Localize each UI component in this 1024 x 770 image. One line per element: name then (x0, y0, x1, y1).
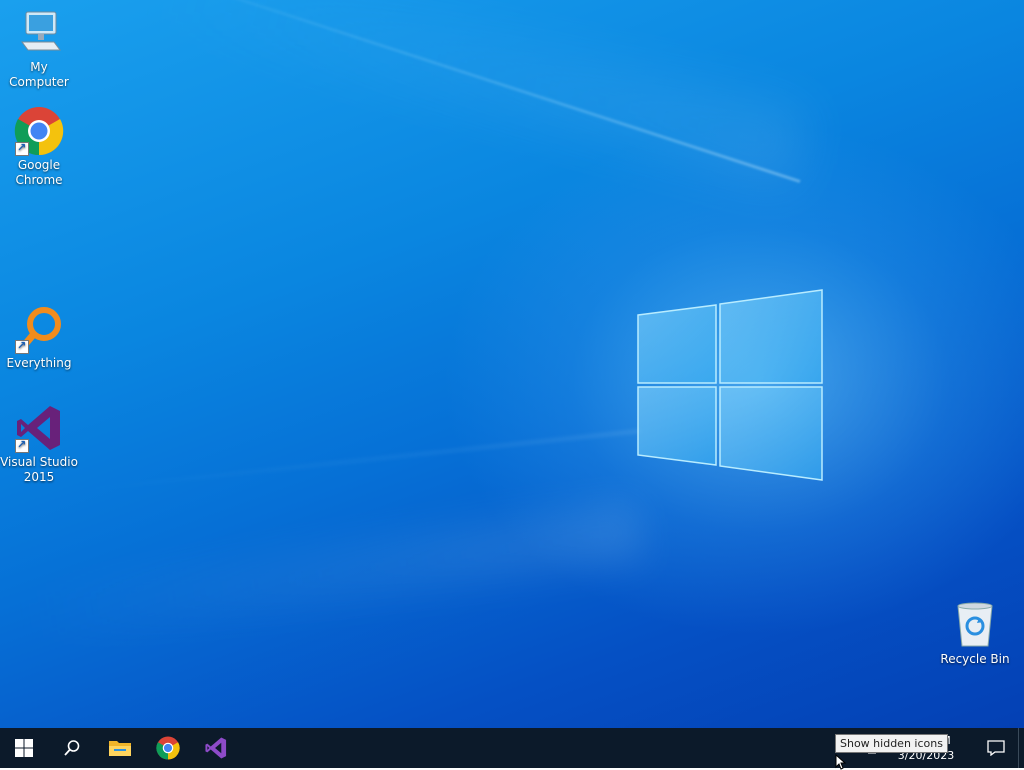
visual-studio-icon (205, 737, 227, 759)
start-icon (15, 739, 33, 757)
tooltip-show-hidden-icons: Show hidden icons (835, 734, 948, 753)
desktop-icon-label: Visual Studio 2015 (0, 455, 78, 484)
chrome-icon (14, 106, 64, 156)
desktop-icon-google-chrome[interactable]: Google Chrome (0, 106, 78, 188)
taskbar-visual-studio[interactable] (192, 728, 240, 768)
start-button[interactable] (0, 728, 48, 768)
search-button[interactable] (48, 728, 96, 768)
chrome-icon (156, 736, 180, 760)
taskbar-chrome[interactable] (144, 728, 192, 768)
shortcut-arrow-icon (15, 338, 29, 354)
desktop-icon-label: Google Chrome (15, 158, 63, 187)
action-center-button[interactable] (974, 728, 1018, 768)
visual-studio-icon (14, 403, 64, 453)
desktop-icon-label: Everything (6, 356, 72, 370)
desktop-icon-recycle-bin[interactable]: Recycle Bin (936, 600, 1014, 667)
light-beam (43, 430, 641, 495)
show-desktop-button[interactable] (1018, 728, 1024, 768)
recycle-bin-icon (950, 600, 1000, 650)
light-beam (114, 0, 801, 183)
desktop-icon-label: My Computer (9, 60, 69, 89)
folder-icon (109, 741, 131, 756)
shortcut-arrow-icon (15, 437, 29, 453)
computer-icon (14, 8, 64, 58)
windows-logo-wallpaper (637, 289, 823, 481)
desktop-icon-everything[interactable]: Everything (0, 304, 78, 371)
desktop-wallpaper[interactable]: My Computer Google Chrome Everything (0, 0, 1024, 728)
desktop-icon-label: Recycle Bin (940, 652, 1010, 666)
taskbar-file-explorer[interactable] (96, 728, 144, 768)
light-beam (111, 0, 810, 189)
desktop-icon-my-computer[interactable]: My Computer (0, 8, 78, 90)
desktop-icon-visual-studio[interactable]: Visual Studio 2015 (0, 403, 78, 485)
light-beam (2, 500, 645, 649)
everything-search-icon (14, 304, 64, 354)
search-icon (64, 740, 80, 756)
notification-icon (987, 740, 1005, 756)
shortcut-arrow-icon (15, 140, 29, 156)
